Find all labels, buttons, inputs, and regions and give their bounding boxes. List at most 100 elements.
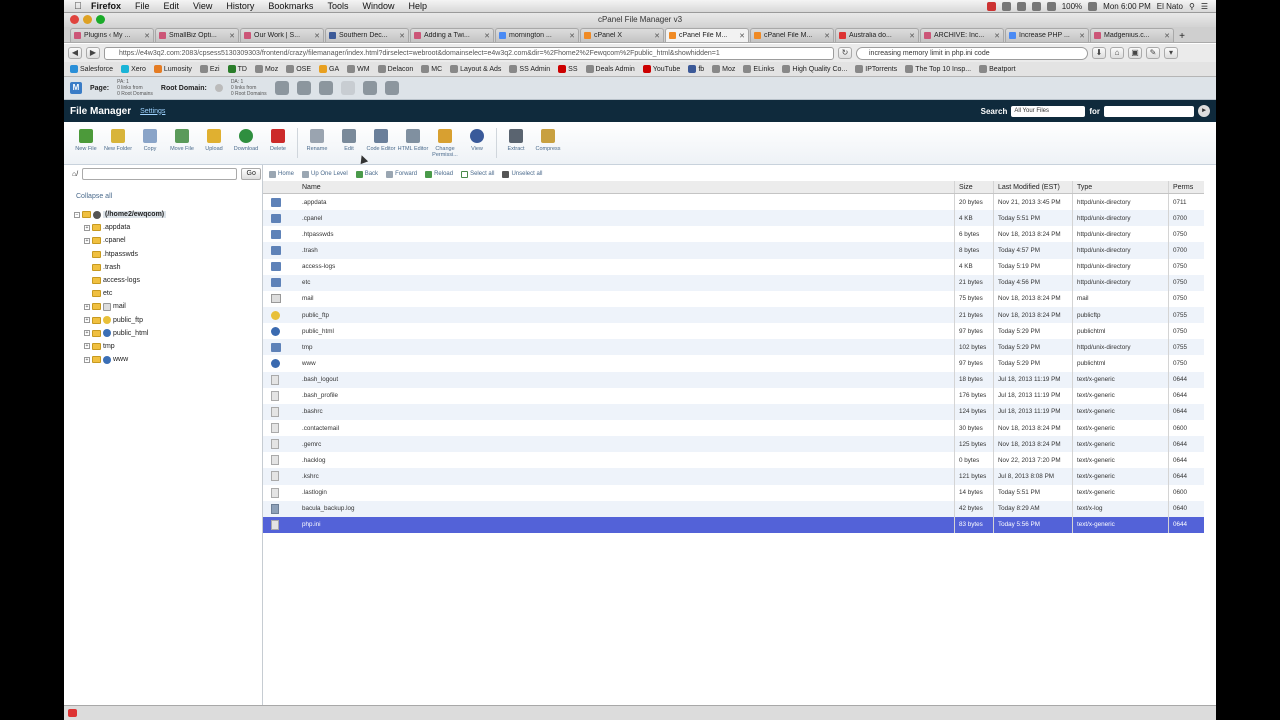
menu-window[interactable]: Window xyxy=(355,1,401,11)
extract-button[interactable]: Extract xyxy=(500,122,532,164)
change-permissions-button[interactable]: Change Permissi... xyxy=(429,122,461,164)
home-icon[interactable]: ⌂ xyxy=(1110,47,1124,59)
unselect-all-button[interactable]: Unselect all xyxy=(502,170,542,178)
search-scope-select[interactable]: All Your Files xyxy=(1011,105,1086,117)
bookmark-item[interactable]: The Top 10 Insp... xyxy=(905,65,971,73)
table-row[interactable]: .lastlogin 14 bytes Today 5:51 PM text/x-ge… xyxy=(263,484,1204,501)
search-input[interactable] xyxy=(1104,105,1194,117)
browser-tab[interactable]: ARCHIVE: Inc... ✕ xyxy=(920,28,1004,42)
bookmark-item[interactable]: Moz xyxy=(254,65,278,73)
menu-bookmarks[interactable]: Bookmarks xyxy=(261,1,320,11)
file-name[interactable]: access-logs xyxy=(296,263,954,270)
table-row[interactable]: .htpasswds 6 bytes Nov 18, 2013 8:24 PM htt… xyxy=(263,226,1204,243)
tree-item-appdata[interactable]: + .appdata xyxy=(74,221,166,234)
notification-list-icon[interactable]: ☰ xyxy=(1201,2,1208,11)
file-name[interactable]: bacula_backup.log xyxy=(296,505,954,512)
table-row[interactable]: public_html 97 bytes Today 5:29 PM publicht… xyxy=(263,323,1204,340)
bookmark-item[interactable]: SS xyxy=(558,65,578,73)
browser-tab[interactable]: Southern Dec... ✕ xyxy=(325,28,409,42)
table-row[interactable]: bacula_backup.log 42 bytes Today 8:29 AM te… xyxy=(263,500,1204,517)
bookmark-item[interactable]: Lumosity xyxy=(153,65,192,73)
file-name[interactable]: public_html xyxy=(296,328,954,335)
status-icon[interactable] xyxy=(1001,1,1011,11)
pencil-icon[interactable] xyxy=(318,81,333,95)
table-row[interactable]: public_ftp 21 bytes Nov 18, 2013 8:24 PM pu… xyxy=(263,306,1204,324)
tree-item-tmp[interactable]: + tmp xyxy=(74,340,166,353)
file-name[interactable]: .appdata xyxy=(296,199,954,206)
table-row[interactable]: .bash_logout 18 bytes Jul 18, 2013 11:19 P… xyxy=(263,371,1204,388)
copy-button[interactable]: Copy xyxy=(134,122,166,164)
apple-icon[interactable]:  xyxy=(72,1,84,12)
table-row[interactable]: tmp 102 bytes Today 5:29 PM httpd/unix-dire… xyxy=(263,339,1204,356)
search-go-button[interactable]: ▸ xyxy=(1198,105,1210,117)
close-tab-icon[interactable]: ✕ xyxy=(1164,32,1170,40)
close-tab-icon[interactable]: ✕ xyxy=(144,32,150,40)
close-tab-icon[interactable]: ✕ xyxy=(654,32,660,40)
search-bar[interactable]: increasing memory limit in php.ini code xyxy=(856,46,1088,60)
browser-tab[interactable]: cPanel File M... ✕ xyxy=(750,28,834,42)
blank-icon[interactable] xyxy=(340,81,355,95)
bookmark-item[interactable]: OSE xyxy=(286,65,311,73)
column-header-perms[interactable]: Perms xyxy=(1168,181,1204,193)
expand-icon[interactable]: + xyxy=(84,237,90,244)
file-name[interactable]: .gemrc xyxy=(296,441,954,448)
table-row[interactable]: .hacklog 0 bytes Nov 22, 2013 7:20 PM text/… xyxy=(263,452,1204,469)
url-bar[interactable]: https://e4w3q2.com:2083/cpsess5130309303… xyxy=(104,46,834,60)
menu-history[interactable]: History xyxy=(219,1,261,11)
forward-button[interactable]: Forward xyxy=(386,170,417,178)
table-row[interactable]: .cpanel 4 KB Today 5:51 PM httpd/unix-direc… xyxy=(263,210,1204,227)
menu-icon[interactable]: ▾ xyxy=(1164,47,1178,59)
new-file-button[interactable]: New File xyxy=(70,122,102,164)
table-row[interactable]: .contactemail 30 bytes Nov 18, 2013 8:24 P… xyxy=(263,419,1204,437)
rename-button[interactable]: Rename xyxy=(301,122,333,164)
tree-item-www[interactable]: + www xyxy=(74,353,166,366)
close-tab-icon[interactable]: ✕ xyxy=(739,32,745,40)
home-button[interactable]: Home xyxy=(269,170,294,178)
zoom-window-icon[interactable] xyxy=(96,15,105,24)
browser-tab[interactable]: mornington ... ✕ xyxy=(495,28,579,42)
expand-icon[interactable]: + xyxy=(84,343,90,350)
tree-item-htpasswds[interactable]: .htpasswds xyxy=(74,248,166,261)
close-tab-icon[interactable]: ✕ xyxy=(569,32,575,40)
back-button[interactable]: ◀ xyxy=(68,47,82,59)
close-tab-icon[interactable]: ✕ xyxy=(314,32,320,40)
browser-tab[interactable]: Increase PHP ... ✕ xyxy=(1005,28,1089,42)
tree-item-mail[interactable]: + mail xyxy=(74,300,166,313)
tree-item-etc[interactable]: etc xyxy=(74,287,166,300)
close-tab-icon[interactable]: ✕ xyxy=(909,32,915,40)
code-editor-button[interactable]: Code Editor xyxy=(365,122,397,164)
bookmark-item[interactable]: Delacon xyxy=(377,65,413,73)
browser-tab[interactable]: cPanel X ✕ xyxy=(580,28,664,42)
bookmark-item[interactable]: Xero xyxy=(121,65,146,73)
path-input[interactable] xyxy=(82,168,238,180)
menu-help[interactable]: Help xyxy=(401,1,434,11)
column-header-modified[interactable]: Last Modified (EST) xyxy=(993,181,1072,193)
bookmark-item[interactable]: IPTorrents xyxy=(855,65,897,73)
tree-item-access-logs[interactable]: access-logs xyxy=(74,274,166,287)
tree-item-public-ftp[interactable]: + public_ftp xyxy=(74,314,166,327)
extension-icon[interactable]: ▣ xyxy=(1128,47,1142,59)
moz-logo-icon[interactable]: M xyxy=(70,82,82,94)
file-name[interactable]: .contactemail xyxy=(296,425,954,432)
expand-icon[interactable]: + xyxy=(84,317,90,324)
volume-icon[interactable] xyxy=(1046,1,1056,11)
table-row[interactable]: .appdata 20 bytes Nov 21, 2013 3:45 PM http… xyxy=(263,194,1204,211)
go-button[interactable]: Go xyxy=(241,168,262,180)
help-icon[interactable] xyxy=(384,81,399,95)
table-row[interactable]: www 97 bytes Today 5:29 PM publichtml 0750 xyxy=(263,355,1204,372)
column-header-name[interactable]: Name xyxy=(296,184,954,191)
browser-tab[interactable]: Adding a Twi... ✕ xyxy=(410,28,494,42)
status-icon[interactable] xyxy=(1016,1,1026,11)
expand-icon[interactable]: + xyxy=(84,356,90,363)
column-header-type[interactable]: Type xyxy=(1072,181,1168,193)
bookmark-item[interactable]: GA xyxy=(319,65,339,73)
table-row[interactable]: mail 75 bytes Nov 18, 2013 8:24 PM mail 0750 xyxy=(263,290,1204,307)
forward-button[interactable]: ▶ xyxy=(86,47,100,59)
table-row[interactable]: php.ini 83 bytes Today 5:56 PM text/x-gener… xyxy=(263,516,1204,533)
move-file-button[interactable]: Move File xyxy=(166,122,198,164)
spotlight-icon[interactable]: ⚲ xyxy=(1189,2,1195,11)
compress-button[interactable]: Compress xyxy=(532,122,564,164)
file-name[interactable]: .trash xyxy=(296,247,954,254)
file-name[interactable]: .bash_profile xyxy=(296,392,954,399)
bookmark-item[interactable]: Ezi xyxy=(199,65,220,73)
